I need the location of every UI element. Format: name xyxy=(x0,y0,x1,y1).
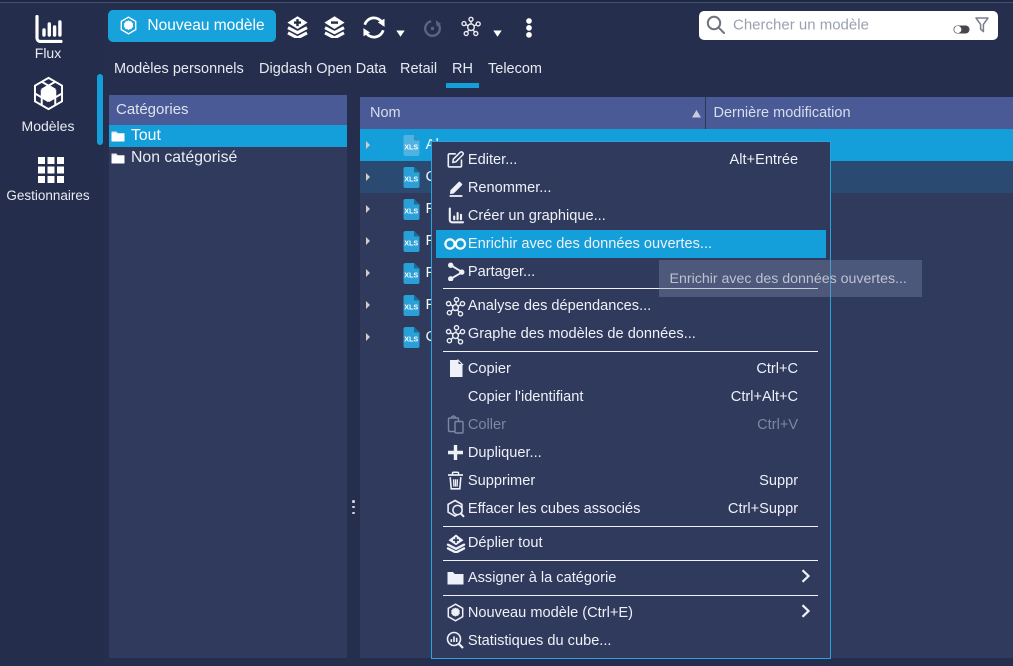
svg-text:XLS: XLS xyxy=(404,142,418,151)
svg-text:XLS: XLS xyxy=(404,174,418,183)
svg-text:XLS: XLS xyxy=(404,334,418,343)
svg-text:XLS: XLS xyxy=(404,238,418,247)
svg-text:XLS: XLS xyxy=(404,302,418,311)
svg-text:XLS: XLS xyxy=(404,206,418,215)
svg-text:XLS: XLS xyxy=(404,270,418,279)
